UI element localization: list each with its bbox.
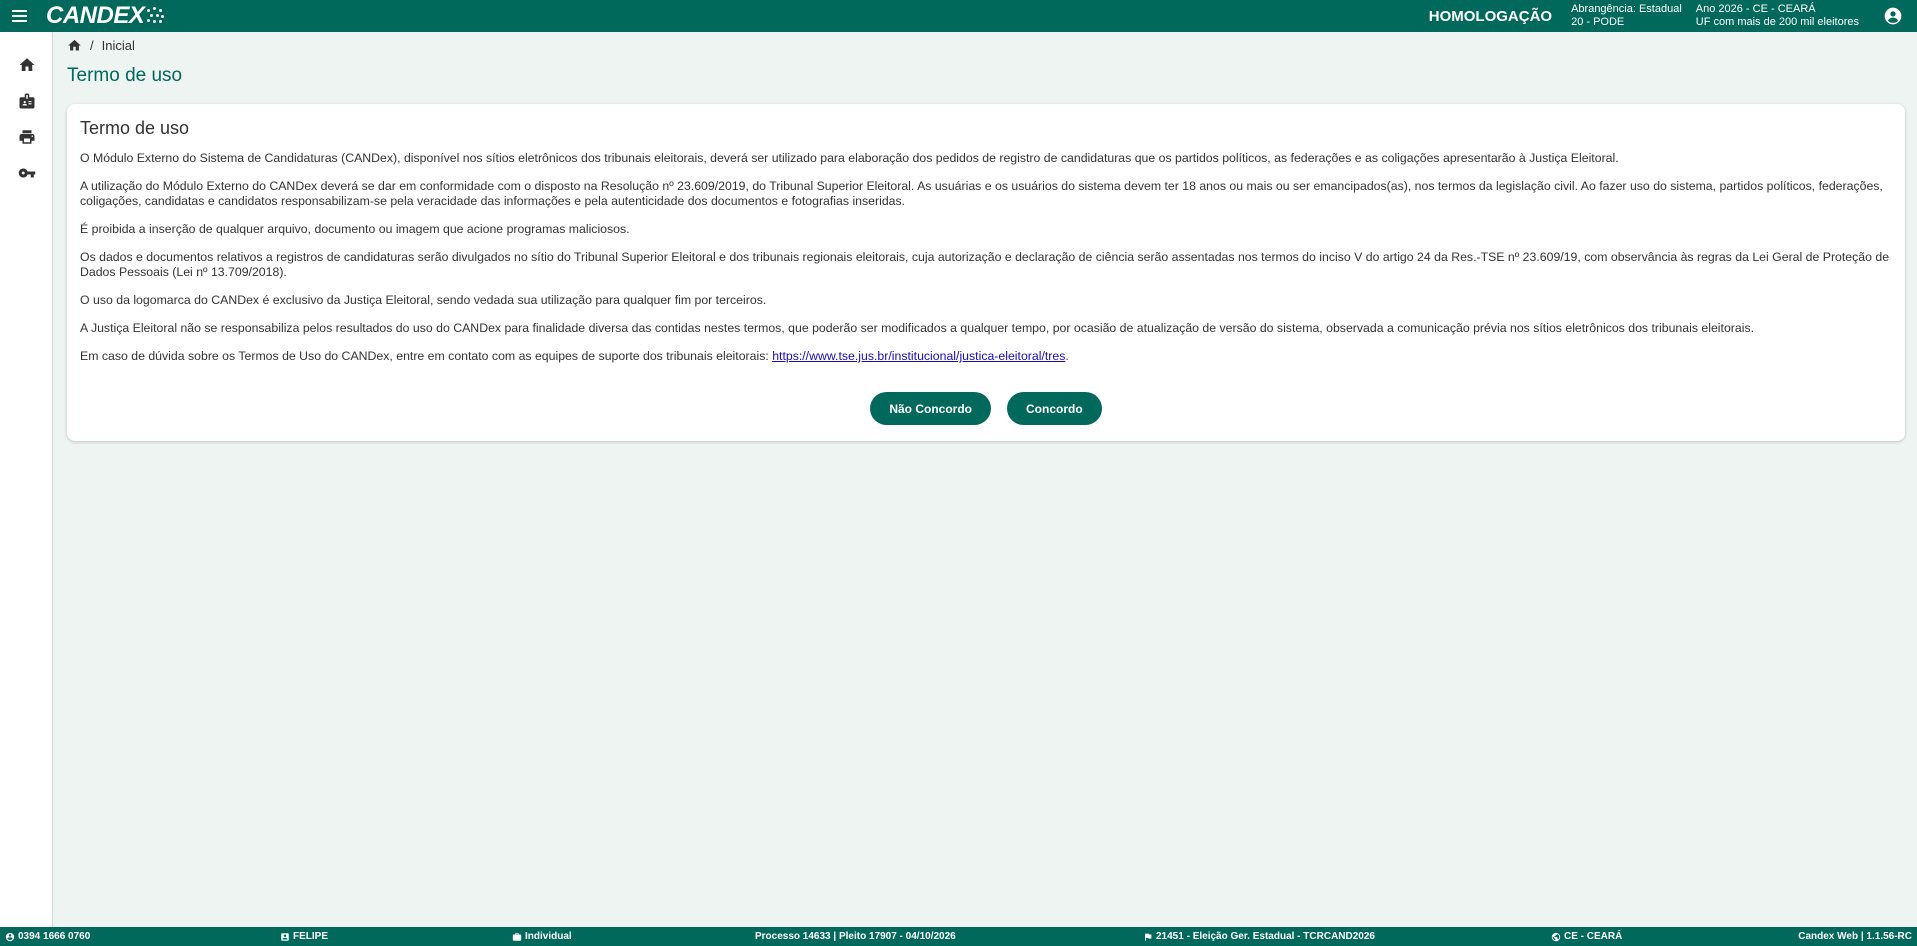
footer-election: 21451 - Eleição Ger. Estadual - TCRCAND2… [1143,927,1375,946]
home-icon[interactable] [67,38,82,53]
footer-version: Candex Web | 1.1.56-RC [1798,927,1912,946]
scope-info: Abrangência: Estadual 20 - PODE [1571,3,1682,29]
footer-election-text: 21451 - Eleição Ger. Estadual - TCRCAND2… [1156,931,1375,942]
top-app-bar: CANDEX HOMOLOGAÇÃO Abrangência: Estadual… [0,0,1917,32]
logo-star-icon [145,6,165,26]
footer-process-text: Processo 14633 | Pleito 17907 - 04/10/20… [755,931,956,942]
terms-paragraph: O Módulo Externo do Sistema de Candidatu… [80,151,1619,165]
terms-card: Termo de uso O Módulo Externo do Sistema… [67,104,1905,441]
year-info: Ano 2026 - CE - CEARÁ UF com mais de 200… [1696,3,1859,29]
footer-type-text: Individual [525,931,572,942]
menu-icon[interactable] [12,0,34,32]
terms-paragraph: O uso da logomarca do CANDex é exclusivo… [80,293,767,307]
accept-button[interactable]: Concordo [1007,392,1102,425]
flag-icon [1145,933,1152,941]
contact-paragraph: Em caso de dúvida sobre os Termos de Uso… [80,349,1892,364]
globe-icon [1551,932,1561,941]
sidebar-item-home[interactable] [0,47,53,83]
terms-paragraph: É proibida a inserção de qualquer arquiv… [80,222,630,236]
status-footer: 0394 1666 0760 FELIPE Individual Process… [0,927,1917,946]
footer-cpf: 0394 1666 0760 [5,927,90,946]
year-line-1: Ano 2026 - CE - CEARÁ [1695,3,1816,15]
action-buttons: Não Concordo Concordo [67,392,1905,425]
environment-label: HOMOLOGAÇÃO [1428,7,1553,25]
footer-user: FELIPE [280,927,328,946]
scope-line-1: Abrangência: Estadual [1571,3,1682,15]
sidebar-item-key[interactable] [0,155,53,191]
badge-icon [281,932,289,941]
footer-user-text: FELIPE [293,931,329,942]
key-icon [18,168,35,178]
account-circle-icon[interactable] [1883,6,1903,26]
tres-link[interactable]: https://www.tse.jus.br/institucional/jus… [772,349,1065,363]
scope-line-2: 20 - PODE [1571,16,1625,28]
sidebar-item-print[interactable] [0,119,53,155]
sidebar-item-badge[interactable] [0,83,53,119]
contact-suffix: . [1065,349,1069,363]
year-line-2: UF com mais de 200 mil eleitores [1695,16,1859,28]
decline-button[interactable]: Não Concordo [870,392,991,425]
contact-prefix: Em caso de dúvida sobre os Termos de Uso… [80,349,773,363]
logo-text: CANDEX [46,2,145,29]
terms-paragraph: Os dados e documentos relativos a regist… [80,250,1890,279]
terms-paragraph: A utilização do Módulo Externo do CANDex… [80,179,1883,208]
card-title: Termo de uso [80,118,190,138]
account-circle-icon [5,932,15,941]
breadcrumb-current: Inicial [101,38,135,53]
breadcrumb-separator: / [90,38,94,53]
badge-icon [19,93,34,109]
footer-process: Processo 14633 | Pleito 17907 - 04/10/20… [755,927,956,946]
footer-uf-text: CE - CEARÁ [1564,931,1623,942]
home-icon [19,58,34,71]
breadcrumb: / Inicial [67,38,135,53]
footer-type: Individual [512,927,572,946]
terms-paragraph: A Justiça Eleitoral não se responsabiliz… [80,321,1755,335]
sidebar [0,32,53,927]
footer-version-text: Candex Web | 1.1.56-RC [1798,931,1912,942]
footer-cpf-text: 0394 1666 0760 [18,931,91,942]
footer-uf: CE - CEARÁ [1551,927,1622,946]
candex-logo[interactable]: CANDEX [46,2,165,30]
print-icon [19,130,34,144]
page-title: Termo de uso [67,65,183,86]
briefcase-icon [512,932,522,941]
